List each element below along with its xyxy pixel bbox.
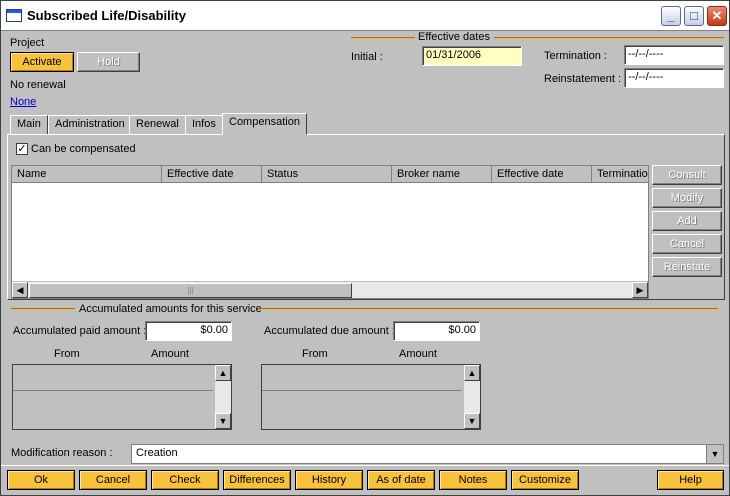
add-button[interactable]: Add [652, 211, 722, 231]
modification-reason-select[interactable]: Creation ▼ [131, 444, 724, 464]
hold-button[interactable]: Hold [77, 52, 140, 72]
list-row-divider [262, 390, 462, 391]
compensated-checkbox[interactable]: ✓ [16, 143, 28, 155]
tab-infos[interactable]: Infos [185, 115, 223, 134]
due-amount-label: Accumulated due amount : [264, 325, 395, 337]
scroll-left-icon[interactable]: ◀ [12, 282, 28, 298]
scroll-right-icon[interactable]: ▶ [632, 282, 648, 298]
tab-administration[interactable]: Administration [48, 115, 132, 134]
chevron-down-icon[interactable]: ▼ [706, 445, 723, 463]
due-amounts-list[interactable]: ▲ ▼ [261, 364, 481, 430]
termination-date-field[interactable]: --/--/---- [624, 45, 724, 65]
tab-compensation[interactable]: Compensation [222, 113, 307, 135]
paid-from-label: From [54, 348, 80, 360]
help-button[interactable]: Help [657, 470, 724, 490]
effective-dates-title: Effective dates [418, 31, 490, 43]
column-header-effective-date[interactable]: Effective date [162, 166, 262, 183]
initial-label: Initial : [351, 51, 383, 63]
due-amount-field[interactable]: $0.00 [393, 321, 480, 341]
reinstatement-label: Reinstatement : [544, 73, 622, 85]
reinstate-button[interactable]: Reinstate [652, 257, 722, 277]
close-icon[interactable]: ✕ [707, 6, 727, 26]
modification-reason-value: Creation [136, 447, 178, 459]
title-bar: Subscribed Life/Disability _ □ ✕ [1, 1, 729, 31]
window-icon [6, 9, 22, 22]
scroll-down-icon[interactable]: ▼ [215, 413, 231, 429]
consult-button[interactable]: Consult [652, 165, 722, 185]
window-title: Subscribed Life/Disability [27, 8, 186, 23]
scroll-thumb[interactable]: ||| [29, 283, 352, 298]
column-header-effective-date-2[interactable]: Effective date [492, 166, 592, 183]
none-link[interactable]: None [10, 96, 36, 108]
accumulated-title: Accumulated amounts for this service [79, 303, 262, 315]
scroll-up-icon[interactable]: ▲ [464, 365, 480, 381]
list-row-divider [13, 390, 213, 391]
effective-sep-right [494, 37, 724, 39]
paid-amount-col-label: Amount [151, 348, 189, 360]
grid-horizontal-scrollbar[interactable]: ◀ ||| ▶ [12, 281, 648, 298]
accumulated-sep-left [11, 308, 75, 310]
modify-button[interactable]: Modify [652, 188, 722, 208]
cancel-compensation-button[interactable]: Cancel [652, 234, 722, 254]
termination-label: Termination : [544, 50, 607, 62]
modification-reason-label: Modification reason : [11, 447, 113, 459]
ok-button[interactable]: Ok [7, 470, 75, 490]
compensation-grid[interactable]: Name Effective date Status Broker name E… [11, 165, 649, 299]
bottom-button-bar: Ok Cancel Check Differences History As o… [1, 465, 729, 495]
accumulated-sep-right [260, 308, 718, 310]
renewal-status: No renewal [10, 79, 66, 91]
notes-button[interactable]: Notes [439, 470, 507, 490]
column-header-broker-name[interactable]: Broker name [392, 166, 492, 183]
history-button[interactable]: History [295, 470, 363, 490]
scroll-down-icon[interactable]: ▼ [464, 413, 480, 429]
differences-button[interactable]: Differences [223, 470, 291, 490]
column-header-termination[interactable]: Terminatio [592, 166, 648, 183]
minimize-icon[interactable]: _ [661, 6, 681, 26]
due-amount-col-label: Amount [399, 348, 437, 360]
maximize-icon[interactable]: □ [684, 6, 704, 26]
cancel-button[interactable]: Cancel [79, 470, 147, 490]
tab-renewal[interactable]: Renewal [129, 115, 186, 134]
column-header-status[interactable]: Status [262, 166, 392, 183]
effective-sep-left [351, 37, 415, 39]
project-label: Project [10, 37, 45, 49]
check-button[interactable]: Check [151, 470, 219, 490]
reinstatement-date-field[interactable]: --/--/---- [624, 68, 724, 88]
paid-amounts-list[interactable]: ▲ ▼ [12, 364, 232, 430]
as-of-date-button[interactable]: As of date [367, 470, 435, 490]
subscribed-window: Subscribed Life/Disability _ □ ✕ Project… [0, 0, 730, 496]
column-header-name[interactable]: Name [12, 166, 162, 183]
paid-list-scrollbar[interactable]: ▲ ▼ [214, 365, 231, 429]
paid-amount-label: Accumulated paid amount : [13, 325, 147, 337]
tab-main[interactable]: Main [10, 115, 48, 134]
due-list-scrollbar[interactable]: ▲ ▼ [463, 365, 480, 429]
activate-button[interactable]: Activate [10, 52, 74, 72]
customize-button[interactable]: Customize [511, 470, 579, 490]
initial-date-field[interactable]: 01/31/2006 [422, 46, 522, 66]
paid-amount-field[interactable]: $0.00 [145, 321, 232, 341]
compensated-label: Can be compensated [31, 143, 136, 155]
scroll-up-icon[interactable]: ▲ [215, 365, 231, 381]
due-from-label: From [302, 348, 328, 360]
